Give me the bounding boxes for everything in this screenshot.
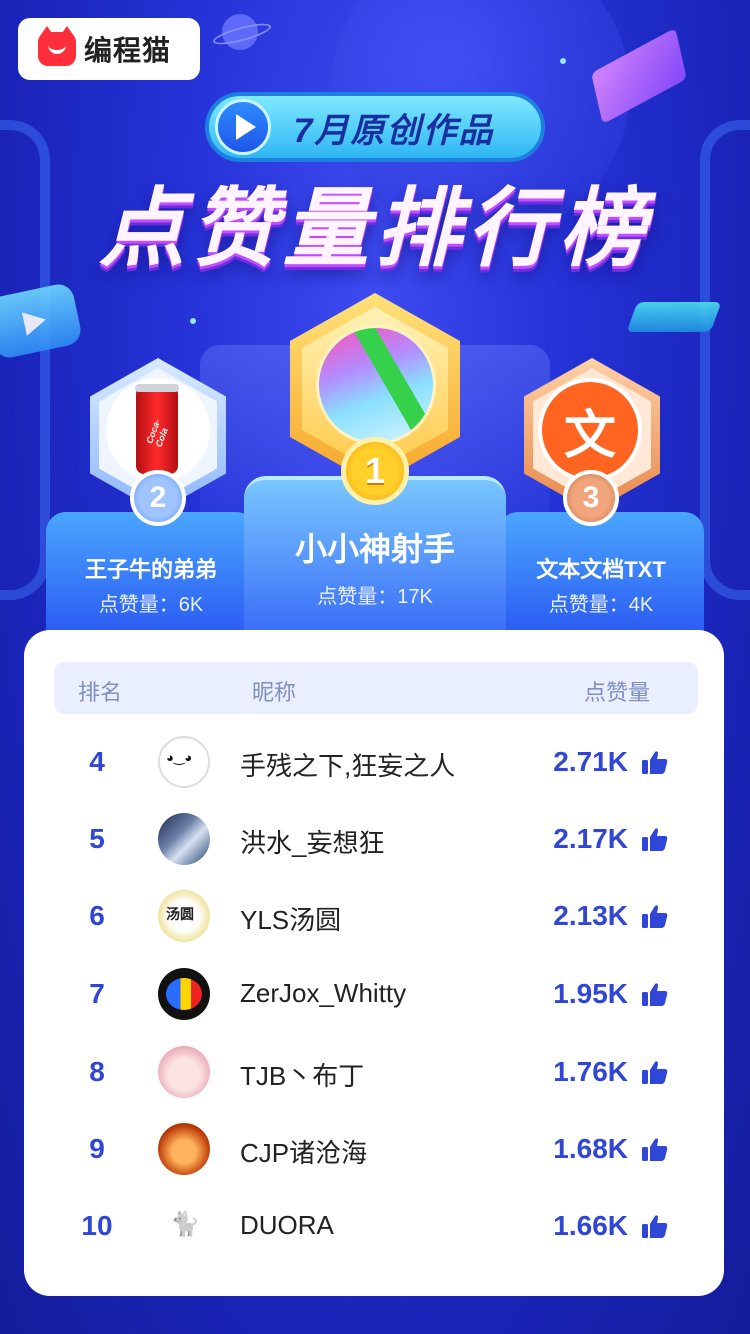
- row-avatar[interactable]: [158, 890, 210, 942]
- thumbs-up-icon: [642, 1061, 668, 1084]
- row-rank: 7: [89, 978, 105, 1009]
- row-name: CJP诸沧海: [240, 1138, 368, 1168]
- avatar-second[interactable]: Coca-Cola: [106, 378, 210, 482]
- row-name: ZerJox_Whitty: [240, 978, 407, 1008]
- row-rank: 6: [89, 900, 105, 931]
- thumbs-up-icon: [642, 1215, 668, 1238]
- play-icon: [215, 99, 271, 155]
- rank-medal-second: 2: [130, 470, 186, 526]
- row-name: DUORA: [240, 1210, 334, 1240]
- list-row[interactable]: 4 手残之下,狂妄之人 2.71K: [24, 732, 724, 792]
- month-banner: 7月原创作品: [205, 92, 545, 162]
- avatar-third[interactable]: 文: [538, 378, 642, 482]
- row-likes: 1.76K: [553, 1056, 628, 1087]
- row-likes: 1.66K: [553, 1210, 628, 1241]
- row-avatar[interactable]: [158, 736, 210, 788]
- list-row[interactable]: 6 YLS汤圆 2.13K: [24, 886, 724, 946]
- row-avatar[interactable]: [158, 813, 210, 865]
- list-row[interactable]: 5 洪水_妄想狂 2.17K: [24, 809, 724, 869]
- header-rank: 排名: [78, 680, 123, 705]
- row-rank: 9: [89, 1133, 105, 1164]
- row-name: YLS汤圆: [240, 905, 342, 935]
- row-rank: 8: [89, 1056, 105, 1087]
- ranking-list-card: 排名 昵称 点赞量 4 手残之下,狂妄之人 2.71K 5 洪水_妄想狂 2.1…: [24, 630, 724, 1296]
- podium-third-name: 文本文档TXT: [536, 557, 666, 582]
- thumbs-up-icon: [642, 828, 668, 851]
- play-button-decoration: [0, 281, 84, 361]
- row-name: TJB丶布丁: [240, 1061, 365, 1091]
- row-rank: 5: [89, 823, 105, 854]
- thumbs-up-icon: [642, 1138, 668, 1161]
- list-row[interactable]: 8 TJB丶布丁 1.76K: [24, 1042, 724, 1102]
- header-likes: 点赞量: [584, 680, 651, 705]
- star-dot: [190, 318, 196, 324]
- page-title: 点赞量排行榜: [99, 181, 651, 277]
- rank-medal-first: 1: [341, 437, 409, 505]
- list-row[interactable]: 10 DUORA 1.66K: [24, 1196, 724, 1256]
- row-likes: 2.71K: [553, 746, 628, 777]
- list-row[interactable]: 7 ZerJox_Whitty 1.95K: [24, 964, 724, 1024]
- header-nickname: 昵称: [252, 680, 297, 705]
- row-avatar[interactable]: [158, 1200, 210, 1252]
- cat-logo-icon: [38, 26, 76, 66]
- thumbs-up-icon: [642, 983, 668, 1006]
- podium-second[interactable]: 王子牛的弟弟 点赞量：6K: [46, 512, 256, 632]
- podium-third[interactable]: 文本文档TXT 点赞量：4K: [498, 512, 704, 632]
- list-header: 排名 昵称 点赞量: [54, 662, 698, 714]
- coke-can-icon: Coca-Cola: [135, 384, 179, 474]
- row-rank: 10: [81, 1210, 113, 1241]
- thumbs-up-icon: [642, 751, 668, 774]
- rank-medal-third: 3: [563, 470, 619, 526]
- podium-third-likes: 点赞量：4K: [548, 594, 654, 616]
- podium-first-name: 小小神射手: [294, 531, 455, 567]
- row-avatar[interactable]: [158, 1123, 210, 1175]
- month-subtitle: 7月原创作品: [293, 111, 495, 150]
- brand-logo[interactable]: 编程猫: [18, 18, 200, 80]
- row-avatar[interactable]: [158, 1046, 210, 1098]
- brand-name: 编程猫: [84, 35, 172, 66]
- row-likes: 2.13K: [553, 900, 628, 931]
- avatar-third-char: 文: [563, 406, 616, 465]
- row-likes: 1.95K: [553, 978, 628, 1009]
- podium-second-name: 王子牛的弟弟: [84, 557, 217, 582]
- row-name: 手残之下,狂妄之人: [240, 751, 456, 781]
- row-rank: 4: [89, 746, 105, 777]
- row-name: 洪水_妄想狂: [240, 828, 385, 858]
- cyan-slab-decoration: [626, 302, 722, 332]
- row-likes: 2.17K: [553, 823, 628, 854]
- avatar-first[interactable]: [316, 325, 436, 445]
- thumbs-up-icon: [642, 905, 668, 928]
- row-avatar[interactable]: [158, 968, 210, 1020]
- row-likes: 1.68K: [553, 1133, 628, 1164]
- list-row[interactable]: 9 CJP诸沧海 1.68K: [24, 1119, 724, 1179]
- star-dot: [560, 58, 566, 64]
- ringed-planet-decoration: [222, 14, 258, 50]
- podium-second-likes: 点赞量：6K: [98, 594, 204, 616]
- podium-first-likes: 点赞量：17K: [317, 586, 433, 608]
